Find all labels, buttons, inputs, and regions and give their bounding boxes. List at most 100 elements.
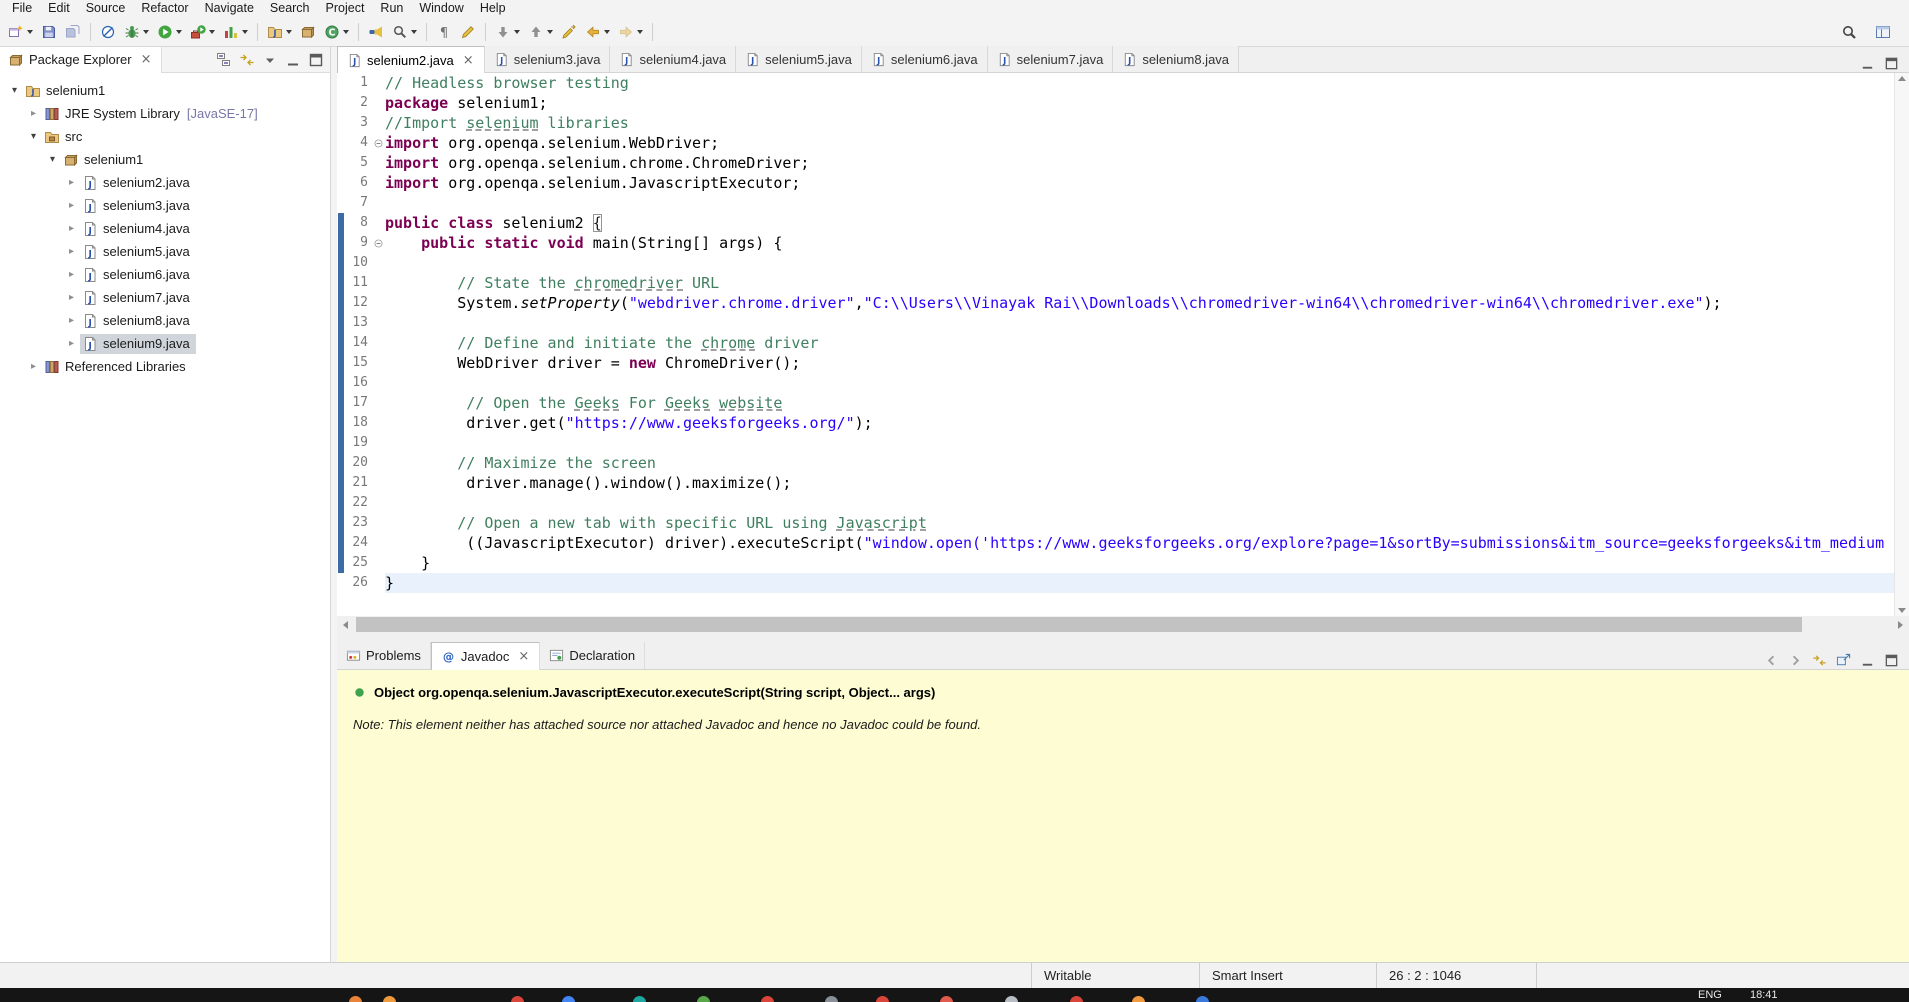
code-line-7[interactable]: 7 bbox=[337, 193, 1909, 213]
code-line-16[interactable]: 16 bbox=[337, 373, 1909, 393]
taskbar-app-icon[interactable] bbox=[383, 996, 396, 1002]
tree-item-selenium6-java[interactable]: ▸Jselenium6.java bbox=[0, 263, 330, 286]
fold-collapse-icon[interactable] bbox=[371, 233, 385, 253]
taskbar-app-icon[interactable] bbox=[876, 996, 889, 1002]
menu-navigate[interactable]: Navigate bbox=[197, 0, 262, 17]
dropdown-arrow-icon[interactable] bbox=[547, 30, 553, 34]
forward-button[interactable] bbox=[1788, 653, 1804, 669]
chevron-right-icon[interactable]: ▸ bbox=[63, 177, 80, 188]
link-with-editor-button[interactable] bbox=[1812, 653, 1828, 669]
chevron-right-icon[interactable]: ▸ bbox=[63, 292, 80, 303]
code-line-26[interactable]: 26} bbox=[337, 573, 1909, 593]
tree-item-selenium4-java[interactable]: ▸Jselenium4.java bbox=[0, 217, 330, 240]
code-line-15[interactable]: 15 WebDriver driver = new ChromeDriver()… bbox=[337, 353, 1909, 373]
chevron-down-icon[interactable]: ▾ bbox=[44, 154, 61, 165]
taskbar-app-icon[interactable] bbox=[1070, 996, 1083, 1002]
code-line-13[interactable]: 13 bbox=[337, 313, 1909, 333]
taskbar-app-icon[interactable] bbox=[697, 996, 710, 1002]
code-line-20[interactable]: 20 // Maximize the screen bbox=[337, 453, 1909, 473]
scroll-down-icon[interactable] bbox=[1898, 608, 1906, 613]
back-button[interactable] bbox=[582, 20, 613, 44]
code-editor[interactable]: 1// Headless browser testing2package sel… bbox=[337, 73, 1909, 616]
editor-tab-selenium4-java[interactable]: Jselenium4.java bbox=[610, 46, 736, 72]
code-line-24[interactable]: 24 ((JavascriptExecutor) driver).execute… bbox=[337, 533, 1909, 553]
dropdown-arrow-icon[interactable] bbox=[343, 30, 349, 34]
code-line-22[interactable]: 22 bbox=[337, 493, 1909, 513]
horizontal-scrollbar[interactable] bbox=[337, 616, 1909, 633]
save-button[interactable] bbox=[38, 20, 60, 44]
taskbar-app-icon[interactable] bbox=[940, 996, 953, 1002]
taskbar-app-icon[interactable] bbox=[1196, 996, 1209, 1002]
menu-edit[interactable]: Edit bbox=[40, 0, 78, 17]
save-all-button[interactable] bbox=[62, 20, 84, 44]
chevron-right-icon[interactable]: ▸ bbox=[63, 269, 80, 280]
view-tab-javadoc[interactable]: @Javadoc× bbox=[431, 642, 540, 670]
new-package-button[interactable] bbox=[297, 20, 319, 44]
last-edit-location-button[interactable] bbox=[558, 20, 580, 44]
maximize-button[interactable] bbox=[308, 52, 324, 68]
chevron-right-icon[interactable]: ▸ bbox=[63, 338, 80, 349]
view-tab-problems[interactable]: Problems bbox=[337, 642, 431, 669]
chevron-right-icon[interactable]: ▸ bbox=[63, 315, 80, 326]
minimize-button[interactable] bbox=[1860, 653, 1876, 669]
tree-item-selenium1[interactable]: ▾Jselenium1 bbox=[0, 79, 330, 102]
debug-button[interactable] bbox=[121, 20, 152, 44]
scrollbar-track[interactable] bbox=[354, 616, 1892, 633]
previous-annotation-button[interactable] bbox=[525, 20, 556, 44]
taskbar-app-icon[interactable] bbox=[825, 996, 838, 1002]
editor-tab-selenium5-java[interactable]: Jselenium5.java bbox=[736, 46, 862, 72]
dropdown-arrow-icon[interactable] bbox=[286, 30, 292, 34]
dropdown-arrow-icon[interactable] bbox=[637, 30, 643, 34]
new-java-project-button[interactable]: J bbox=[264, 20, 295, 44]
close-icon[interactable]: × bbox=[140, 52, 153, 67]
code-line-19[interactable]: 19 bbox=[337, 433, 1909, 453]
taskbar-app-icon[interactable] bbox=[761, 996, 774, 1002]
taskbar-app-icon[interactable] bbox=[511, 996, 524, 1002]
code-line-12[interactable]: 12 System.setProperty("webdriver.chrome.… bbox=[337, 293, 1909, 313]
show-whitespace-button[interactable]: ¶ bbox=[433, 20, 455, 44]
chevron-right-icon[interactable]: ▸ bbox=[63, 200, 80, 211]
fold-collapse-icon[interactable] bbox=[371, 133, 385, 153]
tree-item-selenium1[interactable]: ▾selenium1 bbox=[0, 148, 330, 171]
code-line-21[interactable]: 21 driver.manage().window().maximize(); bbox=[337, 473, 1909, 493]
vertical-scrollbar[interactable] bbox=[1894, 73, 1909, 616]
new-wizard-button[interactable] bbox=[5, 20, 36, 44]
tree-item-referenced-libraries[interactable]: ▸Referenced Libraries bbox=[0, 355, 330, 378]
tree-item-selenium8-java[interactable]: ▸Jselenium8.java bbox=[0, 309, 330, 332]
editor-tab-selenium6-java[interactable]: Jselenium6.java bbox=[862, 46, 988, 72]
close-icon[interactable]: × bbox=[462, 53, 475, 68]
quick-search-button[interactable] bbox=[1838, 20, 1860, 44]
editor-tab-selenium3-java[interactable]: Jselenium3.java bbox=[485, 46, 611, 72]
menu-window[interactable]: Window bbox=[411, 0, 471, 17]
coverage-button[interactable] bbox=[220, 20, 251, 44]
code-line-23[interactable]: 23 // Open a new tab with specific URL u… bbox=[337, 513, 1909, 533]
dropdown-arrow-icon[interactable] bbox=[411, 30, 417, 34]
tree-item-jre-system-library[interactable]: ▸JRE System Library[JavaSE-17] bbox=[0, 102, 330, 125]
package-explorer-tab[interactable]: Package Explorer × bbox=[0, 47, 162, 73]
code-line-6[interactable]: 6import org.openqa.selenium.JavascriptEx… bbox=[337, 173, 1909, 193]
open-task-button[interactable] bbox=[365, 20, 387, 44]
tree-item-selenium7-java[interactable]: ▸Jselenium7.java bbox=[0, 286, 330, 309]
code-line-9[interactable]: 9 public static void main(String[] args)… bbox=[337, 233, 1909, 253]
tree-item-src[interactable]: ▾src bbox=[0, 125, 330, 148]
code-line-3[interactable]: 3//Import selenium libraries bbox=[337, 113, 1909, 133]
maximize-button[interactable] bbox=[1884, 653, 1900, 669]
tree-item-selenium9-java[interactable]: ▸Jselenium9.java bbox=[0, 332, 330, 355]
chevron-right-icon[interactable]: ▸ bbox=[25, 108, 42, 119]
scrollbar-thumb[interactable] bbox=[356, 617, 1802, 632]
code-line-4[interactable]: 4import org.openqa.selenium.WebDriver; bbox=[337, 133, 1909, 153]
scroll-right-icon[interactable] bbox=[1892, 621, 1909, 629]
open-external-browser-button[interactable] bbox=[1836, 653, 1852, 669]
open-perspective-button[interactable] bbox=[1872, 20, 1894, 44]
code-line-1[interactable]: 1// Headless browser testing bbox=[337, 73, 1909, 93]
next-annotation-button[interactable] bbox=[492, 20, 523, 44]
chevron-right-icon[interactable]: ▸ bbox=[25, 361, 42, 372]
menu-run[interactable]: Run bbox=[372, 0, 411, 17]
mark-occurrences-button[interactable] bbox=[457, 20, 479, 44]
dropdown-arrow-icon[interactable] bbox=[143, 30, 149, 34]
scroll-left-icon[interactable] bbox=[337, 621, 354, 629]
menu-refactor[interactable]: Refactor bbox=[133, 0, 196, 17]
taskbar-app-icon[interactable] bbox=[1005, 996, 1018, 1002]
close-icon[interactable]: × bbox=[517, 649, 530, 664]
search-button[interactable] bbox=[389, 20, 420, 44]
